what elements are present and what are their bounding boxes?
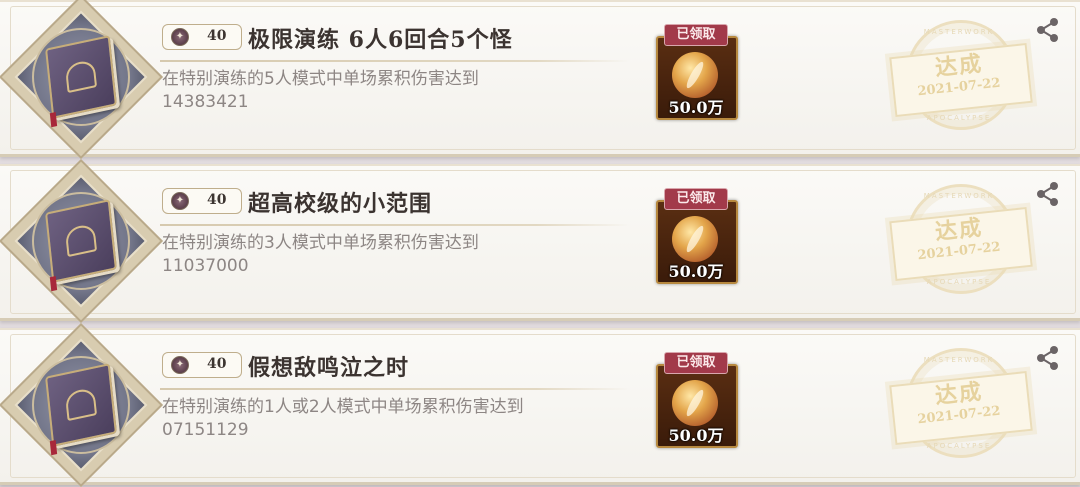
achievement-description: 在特别演练的1人或2人模式中单场累积伤害达到 07151129 bbox=[162, 396, 622, 442]
description-text: 在特别演练的3人模式中单场累积伤害达到 bbox=[162, 233, 479, 253]
achievement-card: ✦ 40 假想敌鸣泣之时 在特别演练的1人或2人模式中单场累积伤害达到 0715… bbox=[0, 322, 1080, 487]
share-icon[interactable] bbox=[1034, 344, 1062, 372]
reward-amount: 50.0万 bbox=[668, 262, 724, 281]
crystal-coin-icon bbox=[672, 216, 718, 262]
divider bbox=[160, 224, 630, 226]
achievement-badge bbox=[0, 158, 164, 324]
book-emblem-icon bbox=[45, 35, 117, 128]
points-pill: ✦ 40 bbox=[162, 352, 242, 378]
stamp-ring-text-top: MASTERWORK bbox=[923, 28, 995, 36]
gem-icon: ✦ bbox=[171, 28, 189, 46]
achievement-title: 超高校级的小范围 bbox=[248, 191, 433, 217]
achievement-title: 极限演练 6人6回合5个怪 bbox=[248, 27, 513, 53]
book-emblem-icon bbox=[45, 363, 117, 456]
points-pill: ✦ 40 bbox=[162, 24, 242, 50]
stamp-ring-text-bottom: APOCALYPSE bbox=[926, 442, 992, 450]
completed-stamp: MASTERWORK 达成 2021-07-22 APOCALYPSE bbox=[889, 20, 1033, 130]
divider bbox=[160, 388, 630, 390]
achievement-description: 在特别演练的3人模式中单场累积伤害达到 11037000 bbox=[162, 232, 622, 278]
achievement-badge bbox=[0, 0, 164, 160]
stamp-ring-text-bottom: APOCALYPSE bbox=[926, 278, 992, 286]
description-target: 07151129 bbox=[162, 420, 249, 440]
points-pill: ✦ 40 bbox=[162, 188, 242, 214]
description-text: 在特别演练的5人模式中单场累积伤害达到 bbox=[162, 69, 479, 89]
description-target: 11037000 bbox=[162, 256, 249, 276]
claimed-tag: 已领取 bbox=[664, 188, 728, 210]
share-icon[interactable] bbox=[1034, 16, 1062, 44]
stamp-ring-text-top: MASTERWORK bbox=[923, 192, 995, 200]
book-emblem-icon bbox=[45, 199, 117, 292]
points-value: 40 bbox=[207, 192, 227, 208]
crystal-coin-icon bbox=[672, 380, 718, 426]
reward-amount: 50.0万 bbox=[668, 426, 724, 445]
gem-icon: ✦ bbox=[171, 356, 189, 374]
achievement-title: 假想敌鸣泣之时 bbox=[248, 355, 410, 381]
description-text: 在特别演练的1人或2人模式中单场累积伤害达到 bbox=[162, 397, 524, 417]
gem-icon: ✦ bbox=[171, 192, 189, 210]
points-value: 40 bbox=[207, 28, 227, 44]
achievement-description: 在特别演练的5人模式中单场累积伤害达到 14383421 bbox=[162, 68, 622, 114]
crystal-coin-icon bbox=[672, 52, 718, 98]
stamp-ring-text-top: MASTERWORK bbox=[923, 356, 995, 364]
divider bbox=[160, 60, 630, 62]
reward-amount: 50.0万 bbox=[668, 98, 724, 117]
achievement-badge bbox=[0, 322, 164, 487]
completed-stamp: MASTERWORK 达成 2021-07-22 APOCALYPSE bbox=[889, 348, 1033, 458]
points-value: 40 bbox=[207, 356, 227, 372]
completed-stamp: MASTERWORK 达成 2021-07-22 APOCALYPSE bbox=[889, 184, 1033, 294]
description-target: 14383421 bbox=[162, 92, 249, 112]
claimed-tag: 已领取 bbox=[664, 352, 728, 374]
achievement-card: ✦ 40 超高校级的小范围 在特别演练的3人模式中单场累积伤害达到 110370… bbox=[0, 158, 1080, 324]
achievement-card: ✦ 40 极限演练 6人6回合5个怪 在特别演练的5人模式中单场累积伤害达到 1… bbox=[0, 0, 1080, 160]
share-icon[interactable] bbox=[1034, 180, 1062, 208]
claimed-tag: 已领取 bbox=[664, 24, 728, 46]
stamp-ring-text-bottom: APOCALYPSE bbox=[926, 114, 992, 122]
